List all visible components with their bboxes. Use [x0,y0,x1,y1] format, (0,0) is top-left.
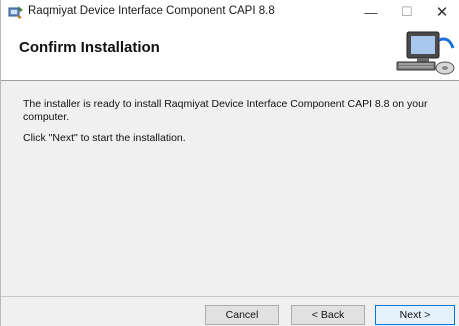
next-instruction-text: Click "Next" to start the installation. [23,132,186,144]
back-button[interactable]: < Back [291,305,365,325]
page-title: Confirm Installation [19,39,160,56]
close-button[interactable]: ✕ [424,0,459,24]
installer-app-icon [8,6,23,19]
install-ready-message: The installer is ready to install Raqmiy… [23,98,428,123]
maximize-button[interactable]: ☐ [389,0,425,24]
dialog-header: Confirm Installation [1,24,459,81]
computer-installer-icon [396,31,455,75]
next-button[interactable]: Next > [375,305,455,325]
cancel-button[interactable]: Cancel [205,305,279,325]
minimize-icon: — [364,4,378,20]
installer-window: Raqmiyat Device Interface Component CAPI… [0,0,459,326]
maximize-icon: ☐ [401,4,413,19]
minimize-button[interactable]: — [353,0,389,24]
footer-divider [1,296,459,297]
window-title: Raqmiyat Device Interface Component CAPI… [28,5,275,17]
title-bar[interactable]: Raqmiyat Device Interface Component CAPI… [1,0,459,24]
close-icon: ✕ [435,4,449,21]
